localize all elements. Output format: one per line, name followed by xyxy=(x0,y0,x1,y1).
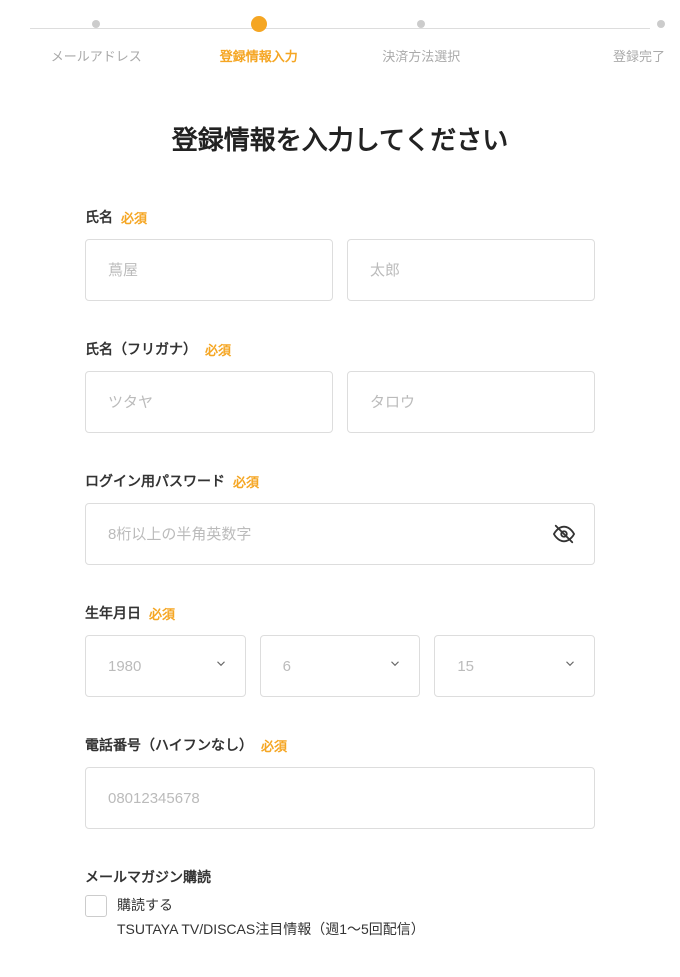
step-dot xyxy=(92,20,100,28)
newsletter-checkbox-row: 購読する TSUTAYA TV/DISCAS注目情報（週1～5回配信） xyxy=(85,895,595,939)
password-input[interactable] xyxy=(85,503,595,565)
year-select[interactable]: 1980 xyxy=(85,635,246,697)
newsletter-label: メールマガジン購読 xyxy=(85,867,595,887)
step-complete: 登録完了 xyxy=(503,20,666,65)
day-select[interactable]: 15 xyxy=(434,635,595,697)
password-group: ログイン用パスワード 必須 xyxy=(85,471,595,565)
password-visibility-toggle[interactable] xyxy=(553,523,575,545)
label-text: 氏名 xyxy=(85,207,113,227)
label-text: 氏名（フリガナ） xyxy=(85,339,197,359)
first-name-kana-input[interactable] xyxy=(347,371,595,433)
label-text: ログイン用パスワード xyxy=(85,471,225,491)
month-select[interactable]: 6 xyxy=(260,635,421,697)
name-kana-label: 氏名（フリガナ） 必須 xyxy=(85,339,595,359)
label-text: 電話番号（ハイフンなし） xyxy=(85,735,253,755)
last-name-kana-input[interactable] xyxy=(85,371,333,433)
password-wrapper xyxy=(85,503,595,565)
required-badge: 必須 xyxy=(121,208,147,227)
phone-label: 電話番号（ハイフンなし） 必須 xyxy=(85,735,595,755)
last-name-input[interactable] xyxy=(85,239,333,301)
registration-form: 氏名 必須 氏名（フリガナ） 必須 ログイン用パスワード 必須 xyxy=(0,207,680,939)
checkbox-labels: 購読する TSUTAYA TV/DISCAS注目情報（週1～5回配信） xyxy=(117,895,425,939)
name-group: 氏名 必須 xyxy=(85,207,595,301)
step-label: 登録情報入力 xyxy=(220,46,298,65)
checkbox-sublabel: TSUTAYA TV/DISCAS注目情報（週1～5回配信） xyxy=(117,919,425,939)
required-badge: 必須 xyxy=(205,340,231,359)
step-label: 登録完了 xyxy=(613,46,665,65)
step-dot-active xyxy=(251,16,267,32)
step-label: メールアドレス xyxy=(51,46,142,65)
step-registration-info: 登録情報入力 xyxy=(178,20,341,65)
name-label: 氏名 必須 xyxy=(85,207,595,227)
year-select-wrapper: 1980 xyxy=(85,635,246,697)
phone-group: 電話番号（ハイフンなし） 必須 xyxy=(85,735,595,829)
required-badge: 必須 xyxy=(233,472,259,491)
required-badge: 必須 xyxy=(261,736,287,755)
page-title: 登録情報を入力してください xyxy=(0,120,680,157)
name-inputs xyxy=(85,239,595,301)
step-label: 決済方法選択 xyxy=(382,46,460,65)
birthdate-selects: 1980 6 15 xyxy=(85,635,595,697)
step-email: メールアドレス xyxy=(15,20,178,65)
step-dot xyxy=(657,20,665,28)
birthdate-group: 生年月日 必須 1980 6 1 xyxy=(85,603,595,697)
day-select-wrapper: 15 xyxy=(434,635,595,697)
label-text: 生年月日 xyxy=(85,603,141,623)
eye-off-icon xyxy=(553,523,575,545)
newsletter-checkbox[interactable] xyxy=(85,895,107,917)
required-badge: 必須 xyxy=(149,604,175,623)
progress-stepper: メールアドレス 登録情報入力 決済方法選択 登録完了 xyxy=(0,0,680,65)
phone-input[interactable] xyxy=(85,767,595,829)
first-name-input[interactable] xyxy=(347,239,595,301)
password-label: ログイン用パスワード 必須 xyxy=(85,471,595,491)
step-dot xyxy=(417,20,425,28)
month-select-wrapper: 6 xyxy=(260,635,421,697)
newsletter-group: メールマガジン購読 購読する TSUTAYA TV/DISCAS注目情報（週1～… xyxy=(85,867,595,939)
step-payment: 決済方法選択 xyxy=(340,20,503,65)
name-kana-inputs xyxy=(85,371,595,433)
checkbox-label: 購読する xyxy=(117,895,425,915)
birthdate-label: 生年月日 必須 xyxy=(85,603,595,623)
name-kana-group: 氏名（フリガナ） 必須 xyxy=(85,339,595,433)
